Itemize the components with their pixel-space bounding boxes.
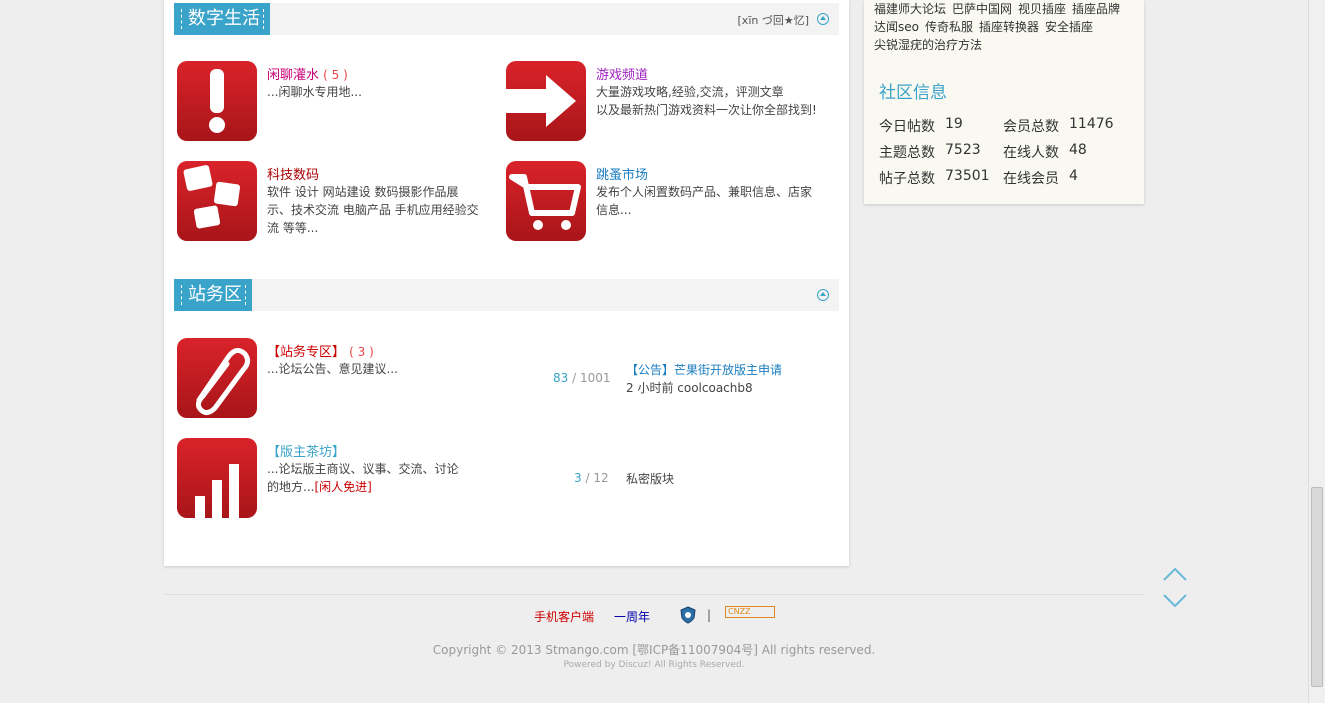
copyright-text: Copyright © 2013 Stmango.com [鄂ICP备11007… (432, 643, 876, 657)
mobile-client-link[interactable]: 手机客户端 (534, 608, 594, 625)
forum-description: 发布个人闲置数码产品、兼职信息、店家 信息... (596, 185, 813, 217)
friend-links: 福建师大论坛 巴萨中国网 视贝插座 插座品牌 达闻seo 传奇私服 插座转换器 安全插座 尖… (874, 0, 1134, 54)
category-header-digital-life: 数字生活 [xīn づ回★忆] (174, 3, 839, 35)
forum-item: 闲聊灌水 ( 5 ) ...闲聊水专用地... (177, 61, 487, 141)
forum-description: ...闲聊水专用地... (267, 85, 362, 99)
bar-chart-icon[interactable] (177, 438, 257, 518)
forum-name-link[interactable]: 科技数码 (267, 168, 319, 183)
friend-link[interactable]: 插座品牌 (1072, 2, 1120, 16)
sidebar-panel: 福建师大论坛 巴萨中国网 视贝插座 插座品牌 达闻seo 传奇私服 插座转换器 安全插座 尖… (864, 0, 1144, 204)
friend-link[interactable]: 视贝插座 (1018, 2, 1066, 16)
thread-count: 83 (553, 371, 569, 385)
anniversary-link[interactable]: 一周年 (614, 608, 650, 625)
forum-name-link[interactable]: 闲聊灌水 (267, 68, 319, 83)
post-count: 1001 (579, 371, 611, 385)
forum-name-link[interactable]: 游戏频道 (596, 68, 648, 83)
stat-row: 今日帖数 19 会员总数 11476 (879, 116, 1114, 135)
forum-stats: 83 / 1001 (553, 371, 611, 385)
forum-description: 软件 设计 网站建设 数码摄影作品展 示、技术交流 电脑产品 手机应用经验交 流… (267, 185, 479, 235)
post-count: 12 (593, 471, 609, 485)
friend-link[interactable]: 巴萨中国网 (952, 2, 1012, 16)
forum-name-link[interactable]: 【版主茶坊】 (267, 445, 345, 460)
friend-link[interactable]: 达闻seo (874, 20, 919, 34)
scrollbar-thumb[interactable] (1311, 487, 1323, 687)
scroll-down-icon[interactable] (1162, 593, 1188, 609)
paperclip-icon[interactable] (177, 338, 257, 418)
forum-name-link[interactable]: 跳蚤市场 (596, 168, 648, 183)
forum-list-panel: 数字生活 [xīn づ回★忆] 闲聊灌水 ( 5 ) ...闲聊水专用地... … (164, 0, 849, 566)
exclamation-icon[interactable] (177, 61, 257, 141)
cnzz-stat-badge[interactable]: CNZZ (725, 606, 775, 618)
category-title[interactable]: 数字生活 (174, 3, 270, 35)
forum-description: ...论坛版主商议、议事、交流、讨论 的地方...[闲人免进] (267, 462, 459, 494)
forum-item: 【版主茶坊】 ...论坛版主商议、议事、交流、讨论 的地方...[闲人免进] (177, 438, 827, 518)
stat-row: 主题总数 7523 在线人数 48 (879, 142, 1087, 161)
category-moderator[interactable]: [xīn づ回★忆] (738, 12, 809, 28)
footer-divider (164, 594, 1144, 595)
last-post: 【公告】芒果街开放版主申请 2 小时前 coolcoachb8 (626, 361, 782, 397)
friend-link[interactable]: 插座转换器 (979, 20, 1039, 34)
last-post-info[interactable]: 2 小时前 coolcoachb8 (626, 379, 782, 397)
community-info-title: 社区信息 (879, 83, 947, 103)
thread-count: 3 (574, 471, 582, 485)
footer-separator: | (707, 608, 712, 622)
shopping-cart-icon[interactable] (506, 161, 586, 241)
scroll-up-icon[interactable] (1162, 566, 1188, 582)
last-post-private: 私密版块 (626, 472, 675, 486)
forum-description: 大量游戏攻略,经验,交流，评测文章 以及最新热门游戏资料一次让你全部找到! (596, 85, 817, 117)
forum-item: 跳蚤市场 发布个人闲置数码产品、兼职信息、店家 信息... (506, 161, 836, 241)
forum-description: ...论坛公告、意见建议... (267, 362, 398, 376)
forum-name-link[interactable]: 【站务专区】 (267, 345, 345, 360)
page-scrollbar[interactable] (1308, 0, 1325, 703)
friend-link[interactable]: 安全插座 (1045, 20, 1093, 34)
collapse-icon[interactable] (817, 289, 829, 301)
category-title[interactable]: 站务区 (174, 279, 252, 311)
friend-link[interactable]: 尖锐湿疣的治疗方法 (874, 38, 982, 52)
forum-today-count: ( 5 ) (323, 68, 348, 82)
community-stats: 今日帖数 19 会员总数 11476 主题总数 7523 在线人数 48 帖子总数 735… (879, 116, 1127, 194)
powered-by-text: Powered by Discuz! All Rights Reserved. (563, 660, 745, 670)
collapse-icon[interactable] (817, 13, 829, 25)
friend-link[interactable]: 传奇私服 (925, 20, 973, 34)
category-header-site-affairs: 站务区 (174, 279, 839, 311)
last-post-link[interactable]: 【公告】芒果街开放版主申请 (626, 361, 782, 379)
arrow-right-icon[interactable] (506, 61, 586, 141)
stat-row: 帖子总数 73501 在线会员 4 (879, 168, 1078, 187)
forum-today-count: ( 3 ) (349, 345, 374, 359)
friend-link[interactable]: 福建师大论坛 (874, 2, 946, 16)
forum-item: 游戏频道 大量游戏攻略,经验,交流，评测文章 以及最新热门游戏资料一次让你全部找… (506, 61, 836, 141)
police-badge-icon[interactable] (679, 606, 697, 627)
puzzle-icon[interactable] (177, 161, 257, 241)
forum-stats: 3 / 12 (574, 471, 609, 485)
forum-item: 科技数码 软件 设计 网站建设 数码摄影作品展 示、技术交流 电脑产品 手机应用… (177, 161, 497, 241)
